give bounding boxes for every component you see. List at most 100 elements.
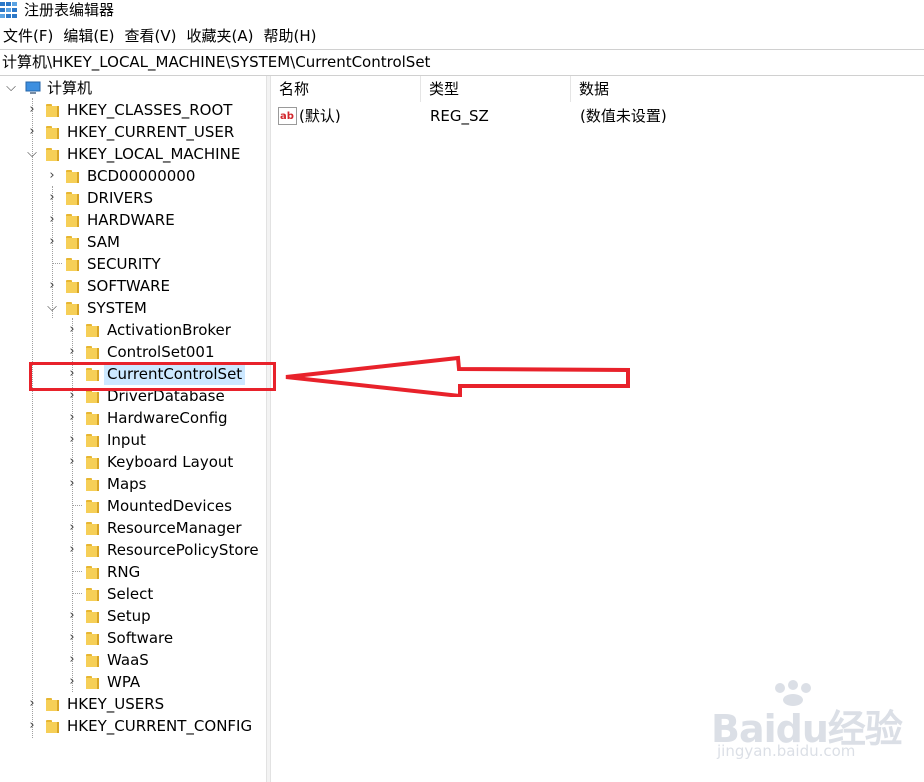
value-type: REG_SZ <box>430 107 489 125</box>
tree-item-label: MountedDevices <box>107 497 232 515</box>
tree-item-label: ControlSet001 <box>107 343 215 361</box>
chevron-right-icon[interactable]: › <box>65 539 79 561</box>
chevron-right-icon[interactable]: › <box>25 99 39 121</box>
tree-item-bcd[interactable]: › BCD00000000 <box>0 165 266 187</box>
folder-icon <box>86 390 99 403</box>
tree-item-label: BCD00000000 <box>87 167 196 185</box>
chevron-right-icon[interactable]: › <box>45 165 59 187</box>
folder-icon <box>86 522 99 535</box>
chevron-down-icon[interactable]: ⌵ <box>25 143 39 165</box>
tree-item-label: DRIVERS <box>87 189 154 207</box>
menu-view[interactable]: 查看(V) <box>122 24 184 48</box>
folder-icon <box>86 500 99 513</box>
tree-item-waas[interactable]: › WaaS <box>0 649 266 671</box>
tree-item-system[interactable]: ⌵ SYSTEM <box>0 297 266 319</box>
title-bar: 注册表编辑器 <box>0 0 924 22</box>
tree-item-label: 计算机 <box>47 79 93 97</box>
chevron-right-icon[interactable]: › <box>25 693 39 715</box>
tree-item-maps[interactable]: › Maps <box>0 473 266 495</box>
menu-help[interactable]: 帮助(H) <box>260 24 323 48</box>
tree-item-drivers[interactable]: › DRIVERS <box>0 187 266 209</box>
chevron-right-icon[interactable]: › <box>25 715 39 737</box>
column-header-name[interactable]: 名称 <box>271 76 421 102</box>
tree-item-label: SOFTWARE <box>87 277 171 295</box>
tree-item-rng[interactable]: RNG <box>0 561 266 583</box>
tree-item-mounteddevices[interactable]: MountedDevices <box>0 495 266 517</box>
chevron-right-icon[interactable]: › <box>65 627 79 649</box>
menu-edit[interactable]: 编辑(E) <box>60 24 121 48</box>
tree-item-activationbroker[interactable]: › ActivationBroker <box>0 319 266 341</box>
tree-item-hardware[interactable]: › HARDWARE <box>0 209 266 231</box>
folder-icon <box>86 632 99 645</box>
tree-item-hkey-users[interactable]: › HKEY_USERS <box>0 693 266 715</box>
chevron-right-icon[interactable]: › <box>65 451 79 473</box>
tree-item-wpa[interactable]: › WPA <box>0 671 266 693</box>
chevron-right-icon[interactable]: › <box>65 473 79 495</box>
tree-item-computer[interactable]: ⌵ 计算机 <box>0 77 266 99</box>
folder-icon <box>86 456 99 469</box>
folder-icon <box>66 280 79 293</box>
folder-icon <box>46 148 59 161</box>
chevron-right-icon[interactable]: › <box>65 341 79 363</box>
folder-icon <box>66 236 79 249</box>
tree-item-label: RNG <box>107 563 141 581</box>
chevron-right-icon[interactable]: › <box>65 319 79 341</box>
tree-item-setup[interactable]: › Setup <box>0 605 266 627</box>
tree-item-label: Setup <box>107 607 151 625</box>
tree-item-hkey-current-config[interactable]: › HKEY_CURRENT_CONFIG <box>0 715 266 737</box>
tree-item-keyboard-layout[interactable]: › Keyboard Layout <box>0 451 266 473</box>
tree-item-label: Software <box>107 629 174 647</box>
tree-item-resourcepolicystore[interactable]: › ResourcePolicyStore <box>0 539 266 561</box>
tree-item-select[interactable]: Select <box>0 583 266 605</box>
chevron-down-icon[interactable]: ⌵ <box>4 77 18 99</box>
tree-item-hkey-classes-root[interactable]: › HKEY_CLASSES_ROOT <box>0 99 266 121</box>
computer-icon <box>25 81 41 94</box>
folder-icon <box>86 610 99 623</box>
tree-item-controlset001[interactable]: › ControlSet001 <box>0 341 266 363</box>
chevron-right-icon[interactable]: › <box>65 671 79 693</box>
menu-favorites[interactable]: 收藏夹(A) <box>184 24 261 48</box>
tree-item-label: HKEY_CLASSES_ROOT <box>67 101 233 119</box>
folder-icon <box>86 346 99 359</box>
tree-item-sam[interactable]: › SAM <box>0 231 266 253</box>
folder-icon <box>46 104 59 117</box>
folder-icon <box>66 214 79 227</box>
column-header-data[interactable]: 数据 <box>571 76 924 102</box>
annotation-highlight-box <box>29 362 276 391</box>
tree-item-security[interactable]: SECURITY <box>0 253 266 275</box>
chevron-right-icon[interactable]: › <box>25 121 39 143</box>
address-bar[interactable]: 计算机\HKEY_LOCAL_MACHINE\SYSTEM\CurrentCon… <box>0 49 924 76</box>
tree-item-hardwareconfig[interactable]: › HardwareConfig <box>0 407 266 429</box>
chevron-right-icon[interactable]: › <box>65 649 79 671</box>
tree-item-input[interactable]: › Input <box>0 429 266 451</box>
tree-item-software[interactable]: › SOFTWARE <box>0 275 266 297</box>
chevron-right-icon[interactable]: › <box>45 187 59 209</box>
menu-file[interactable]: 文件(F) <box>0 24 60 48</box>
folder-icon <box>86 434 99 447</box>
address-path[interactable]: 计算机\HKEY_LOCAL_MACHINE\SYSTEM\CurrentCon… <box>2 50 430 75</box>
string-value-icon: ab <box>278 107 297 125</box>
annotation-arrow-icon <box>285 355 630 397</box>
tree-item-resourcemanager[interactable]: › ResourceManager <box>0 517 266 539</box>
chevron-right-icon[interactable]: › <box>65 517 79 539</box>
chevron-right-icon[interactable]: › <box>45 231 59 253</box>
key-tree: ⌵ 计算机 › HKEY_CLASSES_ROOT › HKEY_CURRENT… <box>0 76 266 782</box>
chevron-right-icon[interactable]: › <box>45 209 59 231</box>
tree-item-hkey-local-machine[interactable]: ⌵ HKEY_LOCAL_MACHINE <box>0 143 266 165</box>
column-header-type[interactable]: 类型 <box>421 76 571 102</box>
tree-item-label: Select <box>107 585 154 603</box>
svg-text:ab: ab <box>280 111 294 122</box>
folder-icon <box>86 478 99 491</box>
chevron-right-icon[interactable]: › <box>65 429 79 451</box>
value-name[interactable]: (默认) <box>299 104 341 128</box>
tree-item-system-software[interactable]: › Software <box>0 627 266 649</box>
registry-editor-icon <box>0 2 17 18</box>
chevron-right-icon[interactable]: › <box>65 407 79 429</box>
chevron-right-icon[interactable]: › <box>65 605 79 627</box>
tree-item-hkey-current-user[interactable]: › HKEY_CURRENT_USER <box>0 121 266 143</box>
tree-item-label: HardwareConfig <box>107 409 228 427</box>
chevron-down-icon[interactable]: ⌵ <box>45 297 59 319</box>
folder-icon <box>86 412 99 425</box>
chevron-right-icon[interactable]: › <box>45 275 59 297</box>
folder-icon <box>86 566 99 579</box>
